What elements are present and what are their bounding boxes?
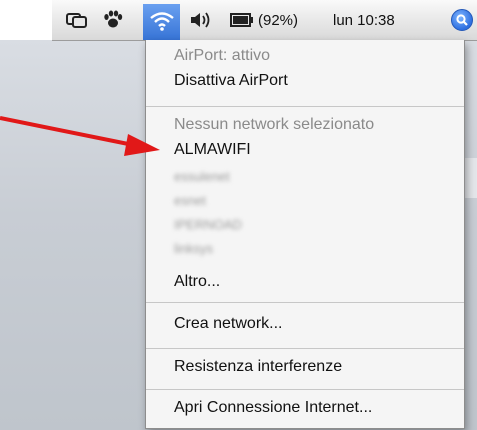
menu-separator [146,302,464,303]
disable-airport-item[interactable]: Disattiva AirPort [174,72,288,90]
network-item[interactable]: IPERNOAD [174,217,242,232]
menu-separator [146,348,464,349]
interference-robustness-item[interactable]: Resistenza interferenze [174,358,342,376]
battery-icon[interactable] [230,8,254,32]
menu-separator [146,106,464,107]
volume-icon[interactable] [189,8,213,32]
create-network-item[interactable]: Crea network... [174,315,282,333]
open-internet-connect-item[interactable]: Apri Connessione Internet... [174,399,372,417]
network-item-almawifi[interactable]: ALMAWIFI [174,141,251,159]
airport-dropdown-menu: AirPort: attivo Disattiva AirPort Nessun… [145,40,465,429]
network-item[interactable]: linksys [174,241,213,256]
other-network-item[interactable]: Altro... [174,273,220,291]
annotation-arrow-icon [0,116,160,156]
battery-percentage: (92%) [258,11,299,29]
menu-separator [146,389,464,390]
network-item[interactable]: essulenet [174,169,230,184]
network-item[interactable]: esnet [174,193,206,208]
no-network-selected: Nessun network selezionato [174,116,375,133]
spotlight-icon[interactable] [451,9,473,31]
menubar-clock[interactable]: lun 10:38 [333,8,395,32]
airport-status: AirPort: attivo [174,47,271,64]
